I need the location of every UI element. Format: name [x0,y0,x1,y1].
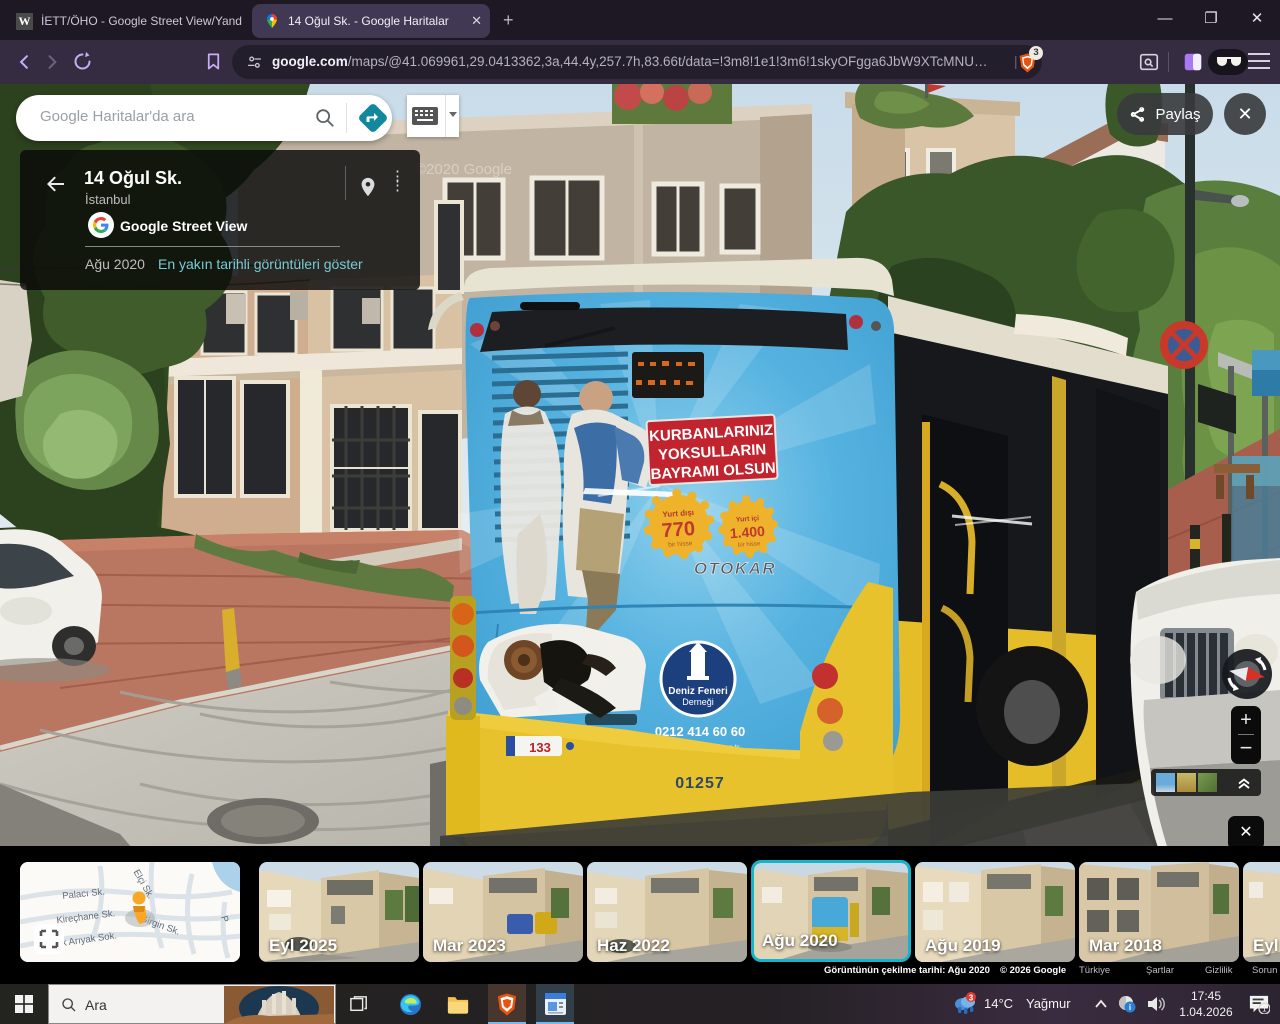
svg-text:133: 133 [529,740,551,755]
svg-text:1: 1 [1262,1004,1267,1013]
svg-text:1.400: 1.400 [729,523,765,541]
svg-text:770: 770 [661,518,696,542]
svg-text:©2020 Google: ©2020 Google [415,161,512,178]
svg-text:i: i [1129,1003,1131,1012]
svg-text:01257: 01257 [675,775,725,792]
svg-text:Deniz Feneri: Deniz Feneri [668,686,728,697]
svg-text:3: 3 [969,993,974,1002]
svg-text:Derneği: Derneği [682,697,714,707]
svg-text:OTOKAR: OTOKAR [694,559,776,578]
